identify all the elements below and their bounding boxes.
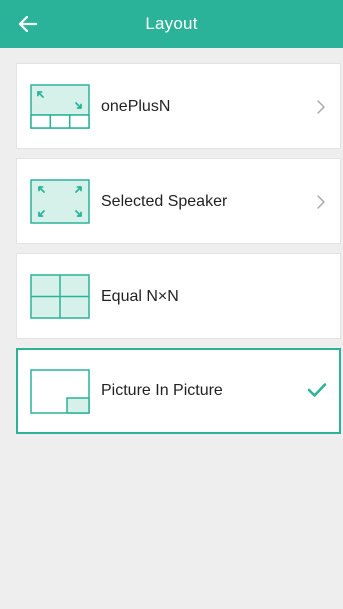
layout-option-picture-in-picture[interactable]: Picture In Picture — [16, 348, 341, 434]
page-title: Layout — [145, 14, 198, 33]
layout-option-label: Selected Speaker — [101, 193, 228, 210]
selected-speaker-layout-icon — [30, 179, 90, 224]
chevron-right-icon — [317, 195, 325, 209]
picture-in-picture-layout-icon — [30, 369, 90, 414]
layout-option-equal-n-by-n[interactable]: Equal N×N — [16, 253, 341, 339]
layout-option-label: Picture In Picture — [101, 382, 223, 399]
layout-option-label: Equal N×N — [101, 288, 179, 305]
app-header: Layout — [0, 0, 343, 48]
layout-option-selected-speaker[interactable]: Selected Speaker — [16, 158, 341, 244]
layout-option-one-plus-n[interactable]: onePlusN — [16, 63, 341, 149]
chevron-right-icon — [317, 100, 325, 114]
layout-option-label: onePlusN — [101, 98, 171, 115]
equal-n-by-n-layout-icon — [30, 274, 90, 319]
one-plus-n-layout-icon — [30, 84, 90, 129]
checkmark-icon — [307, 383, 327, 397]
